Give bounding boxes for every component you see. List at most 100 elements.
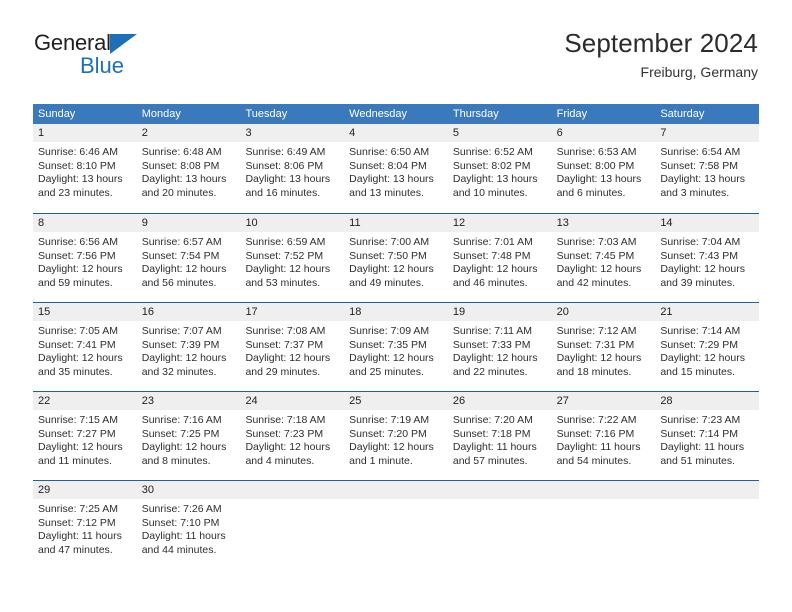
day-cell[interactable]: 28 Sunrise: 7:23 AM Sunset: 7:14 PM Dayligh…	[655, 392, 760, 480]
day-details: Sunrise: 7:09 AM Sunset: 7:35 PM Daylight:…	[344, 321, 448, 379]
day-details: Sunrise: 6:56 AM Sunset: 7:56 PM Daylight:…	[33, 232, 137, 290]
daylight-text-line2: and 22 minutes.	[452, 365, 528, 378]
weekday-header-wednesday: Wednesday	[349, 108, 408, 120]
day-number: 2	[136, 124, 241, 142]
day-cell[interactable]: 29 Sunrise: 7:25 AM Sunset: 7:12 PM Dayligh…	[33, 481, 137, 569]
day-cell[interactable]: 25 Sunrise: 7:19 AM Sunset: 7:20 PM Dayligh…	[344, 392, 448, 480]
day-cell[interactable]: 24 Sunrise: 7:18 AM Sunset: 7:23 PM Dayligh…	[240, 392, 345, 480]
day-cell[interactable]: 26 Sunrise: 7:20 AM Sunset: 7:18 PM Dayligh…	[447, 392, 552, 480]
day-details: Sunrise: 6:53 AM Sunset: 8:00 PM Daylight:…	[552, 142, 656, 200]
week-row: 22 Sunrise: 7:15 AM Sunset: 7:27 PM Dayligh…	[33, 391, 760, 480]
day-details	[552, 499, 656, 503]
day-cell[interactable]: 18 Sunrise: 7:09 AM Sunset: 7:35 PM Dayligh…	[344, 303, 448, 391]
sunrise-text: Sunrise: 7:14 AM	[660, 325, 741, 337]
sunset-text: Sunset: 7:18 PM	[452, 427, 531, 440]
day-cell[interactable]: 23 Sunrise: 7:16 AM Sunset: 7:25 PM Dayligh…	[136, 392, 241, 480]
day-cell[interactable]: 17 Sunrise: 7:08 AM Sunset: 7:37 PM Dayligh…	[240, 303, 345, 391]
calendar-grid: Sunday Monday Tuesday Wednesday Thursday…	[33, 104, 760, 569]
day-cell[interactable]: 22 Sunrise: 7:15 AM Sunset: 7:27 PM Dayligh…	[33, 392, 137, 480]
daylight-text-line2: and 47 minutes.	[38, 543, 113, 556]
daylight-text-line1: Daylight: 11 hours	[660, 441, 745, 454]
day-cell[interactable]: 21 Sunrise: 7:14 AM Sunset: 7:29 PM Dayligh…	[655, 303, 760, 391]
sunrise-text: Sunrise: 7:04 AM	[660, 236, 741, 248]
sunset-text: Sunset: 7:25 PM	[141, 427, 220, 440]
sunrise-text: Sunrise: 7:08 AM	[245, 325, 326, 337]
sunset-text: Sunset: 7:43 PM	[660, 249, 738, 262]
day-cell[interactable]: 27 Sunrise: 7:22 AM Sunset: 7:16 PM Dayligh…	[551, 392, 656, 480]
sunset-text: Sunset: 7:35 PM	[349, 338, 427, 351]
title-block: September 2024 Freiburg, Germany	[564, 28, 758, 81]
daylight-text-line1: Daylight: 11 hours	[556, 441, 641, 454]
day-cell[interactable]: 2 Sunrise: 6:48 AM Sunset: 8:08 PM Daylight…	[136, 124, 241, 213]
day-cell[interactable]: 6 Sunrise: 6:53 AM Sunset: 8:00 PM Daylight…	[551, 124, 656, 213]
daylight-text-line2: and 46 minutes.	[452, 276, 528, 289]
daylight-text-line1: Daylight: 12 hours	[141, 263, 227, 276]
weekday-header-saturday: Saturday	[660, 108, 705, 120]
day-number	[655, 481, 760, 499]
sunset-text: Sunset: 7:33 PM	[452, 338, 531, 351]
day-cell[interactable]: 5 Sunrise: 6:52 AM Sunset: 8:02 PM Daylight…	[447, 124, 552, 213]
daylight-text-line2: and 32 minutes.	[141, 365, 217, 378]
day-number: 29	[33, 481, 137, 499]
day-details: Sunrise: 7:20 AM Sunset: 7:18 PM Daylight:…	[448, 410, 552, 468]
daylight-text-line2: and 15 minutes.	[660, 365, 736, 378]
day-number: 6	[551, 124, 656, 142]
daylight-text-line2: and 1 minute.	[349, 454, 413, 467]
day-cell[interactable]: 1 Sunrise: 6:46 AM Sunset: 8:10 PM Daylight…	[33, 124, 137, 213]
sunset-text: Sunset: 7:39 PM	[141, 338, 220, 351]
daylight-text-line1: Daylight: 12 hours	[245, 441, 331, 454]
day-details: Sunrise: 7:11 AM Sunset: 7:33 PM Daylight:…	[448, 321, 552, 379]
day-details: Sunrise: 6:54 AM Sunset: 7:58 PM Daylight:…	[655, 142, 759, 200]
day-cell[interactable]: 3 Sunrise: 6:49 AM Sunset: 8:06 PM Daylight…	[240, 124, 345, 213]
general-blue-logo[interactable]: General Blue	[34, 32, 194, 82]
daylight-text-line2: and 56 minutes.	[141, 276, 217, 289]
day-cell[interactable]: 4 Sunrise: 6:50 AM Sunset: 8:04 PM Daylight…	[344, 124, 448, 213]
blue-triangle-icon	[109, 34, 137, 54]
day-cell-empty	[447, 481, 552, 569]
day-cell[interactable]: 10 Sunrise: 6:59 AM Sunset: 7:52 PM Dayligh…	[240, 214, 345, 302]
day-cell[interactable]: 7 Sunrise: 6:54 AM Sunset: 7:58 PM Daylight…	[655, 124, 760, 213]
sunrise-text: Sunrise: 7:19 AM	[349, 414, 430, 426]
day-cell[interactable]: 30 Sunrise: 7:26 AM Sunset: 7:10 PM Dayligh…	[136, 481, 241, 569]
daylight-text-line1: Daylight: 13 hours	[141, 173, 227, 186]
day-cell[interactable]: 20 Sunrise: 7:12 AM Sunset: 7:31 PM Dayligh…	[551, 303, 656, 391]
day-cell[interactable]: 15 Sunrise: 7:05 AM Sunset: 7:41 PM Dayligh…	[33, 303, 137, 391]
day-cell[interactable]: 8 Sunrise: 6:56 AM Sunset: 7:56 PM Daylight…	[33, 214, 137, 302]
day-number: 24	[240, 392, 345, 410]
day-number: 7	[655, 124, 760, 142]
weekday-header-thursday: Thursday	[452, 108, 499, 120]
day-details: Sunrise: 7:15 AM Sunset: 7:27 PM Daylight:…	[33, 410, 137, 468]
week-row: 8 Sunrise: 6:56 AM Sunset: 7:56 PM Daylight…	[33, 213, 760, 302]
sunrise-text: Sunrise: 7:16 AM	[141, 414, 222, 426]
day-cell[interactable]: 16 Sunrise: 7:07 AM Sunset: 7:39 PM Dayligh…	[136, 303, 241, 391]
sunrise-text: Sunrise: 6:50 AM	[349, 146, 430, 158]
sunrise-text: Sunrise: 7:01 AM	[452, 236, 533, 248]
weekday-header-row: Sunday Monday Tuesday Wednesday Thursday…	[33, 104, 759, 124]
sunset-text: Sunset: 8:10 PM	[38, 159, 116, 172]
day-number: 26	[447, 392, 552, 410]
day-number: 16	[136, 303, 241, 321]
day-number	[551, 481, 656, 499]
day-cell[interactable]: 13 Sunrise: 7:03 AM Sunset: 7:45 PM Dayligh…	[551, 214, 656, 302]
daylight-text-line2: and 44 minutes.	[141, 543, 217, 556]
day-details: Sunrise: 7:18 AM Sunset: 7:23 PM Daylight:…	[240, 410, 344, 468]
day-cell[interactable]: 9 Sunrise: 6:57 AM Sunset: 7:54 PM Daylight…	[136, 214, 241, 302]
day-cell[interactable]: 14 Sunrise: 7:04 AM Sunset: 7:43 PM Dayligh…	[655, 214, 760, 302]
day-number: 19	[447, 303, 552, 321]
sunrise-text: Sunrise: 7:03 AM	[556, 236, 637, 248]
daylight-text-line1: Daylight: 12 hours	[556, 352, 642, 365]
day-details: Sunrise: 7:19 AM Sunset: 7:20 PM Daylight:…	[344, 410, 448, 468]
day-details: Sunrise: 7:26 AM Sunset: 7:10 PM Daylight:…	[137, 499, 241, 557]
day-cell[interactable]: 12 Sunrise: 7:01 AM Sunset: 7:48 PM Dayligh…	[447, 214, 552, 302]
day-number	[447, 481, 552, 499]
day-cell[interactable]: 19 Sunrise: 7:11 AM Sunset: 7:33 PM Dayligh…	[447, 303, 552, 391]
day-cell[interactable]: 11 Sunrise: 7:00 AM Sunset: 7:50 PM Dayligh…	[344, 214, 448, 302]
day-number: 9	[136, 214, 241, 232]
day-number: 28	[655, 392, 760, 410]
daylight-text-line1: Daylight: 13 hours	[452, 173, 538, 186]
daylight-text-line2: and 6 minutes.	[556, 186, 626, 199]
daylight-text-line2: and 16 minutes.	[245, 186, 321, 199]
daylight-text-line1: Daylight: 12 hours	[141, 441, 227, 454]
sunrise-text: Sunrise: 7:07 AM	[141, 325, 222, 337]
day-number	[344, 481, 448, 499]
